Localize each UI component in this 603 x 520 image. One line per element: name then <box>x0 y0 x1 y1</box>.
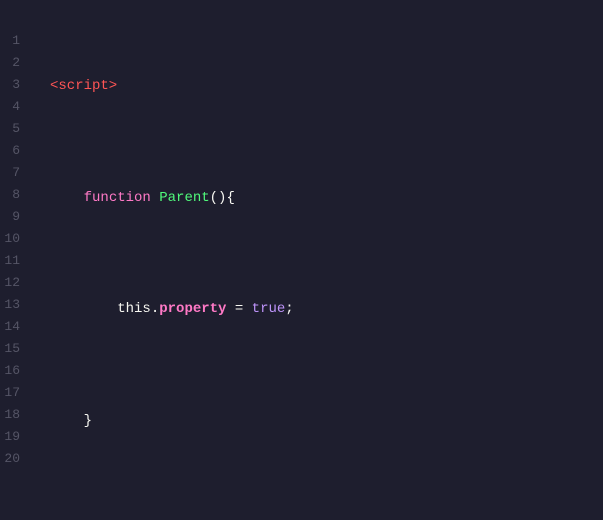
line-num: 19 <box>0 426 28 448</box>
line-num: 15 <box>0 338 28 360</box>
line-num: 3 <box>0 74 28 96</box>
line-num: 11 <box>0 250 28 272</box>
line-num: 10 <box>0 228 28 250</box>
token-semi: ; <box>285 298 293 320</box>
token-assign: = <box>226 298 251 320</box>
token-paren: (){ <box>210 187 235 209</box>
line-num: 9 <box>0 206 28 228</box>
line-num <box>0 470 28 492</box>
line-num: 16 <box>0 360 28 382</box>
line-num: 7 <box>0 162 28 184</box>
token-tag: <script> <box>50 75 117 97</box>
line-num: 8 <box>0 184 28 206</box>
code-editor: 1 2 3 4 5 6 7 8 9 10 11 12 13 14 15 16 1… <box>0 0 603 520</box>
code-container: 1 2 3 4 5 6 7 8 9 10 11 12 13 14 15 16 1… <box>0 0 603 520</box>
token-bool: true <box>252 298 286 320</box>
token-brace: } <box>84 410 92 432</box>
code-line: function Parent (){ <box>50 187 591 209</box>
token-prop: property <box>159 298 226 320</box>
line-num: 6 <box>0 140 28 162</box>
line-num: 13 <box>0 294 28 316</box>
token-this: this. <box>117 298 159 320</box>
code-content: <script> function Parent (){ this. prope… <box>38 0 603 520</box>
token-space <box>151 187 159 209</box>
line-num <box>0 8 28 30</box>
line-num: 4 <box>0 96 28 118</box>
line-numbers: 1 2 3 4 5 6 7 8 9 10 11 12 13 14 15 16 1… <box>0 0 38 520</box>
token-indent <box>50 298 117 320</box>
token-indent <box>50 410 84 432</box>
code-line: } <box>50 410 591 432</box>
line-num: 12 <box>0 272 28 294</box>
line-num: 20 <box>0 448 28 470</box>
token-indent <box>50 187 84 209</box>
line-num: 18 <box>0 404 28 426</box>
code-line: <script> <box>50 75 591 97</box>
code-line: this. property = true ; <box>50 298 591 320</box>
line-num: 2 <box>0 52 28 74</box>
line-num: 14 <box>0 316 28 338</box>
token-funcname: Parent <box>159 187 209 209</box>
token-keyword: function <box>84 187 151 209</box>
line-num: 5 <box>0 118 28 140</box>
line-num: 17 <box>0 382 28 404</box>
line-num: 1 <box>0 30 28 52</box>
